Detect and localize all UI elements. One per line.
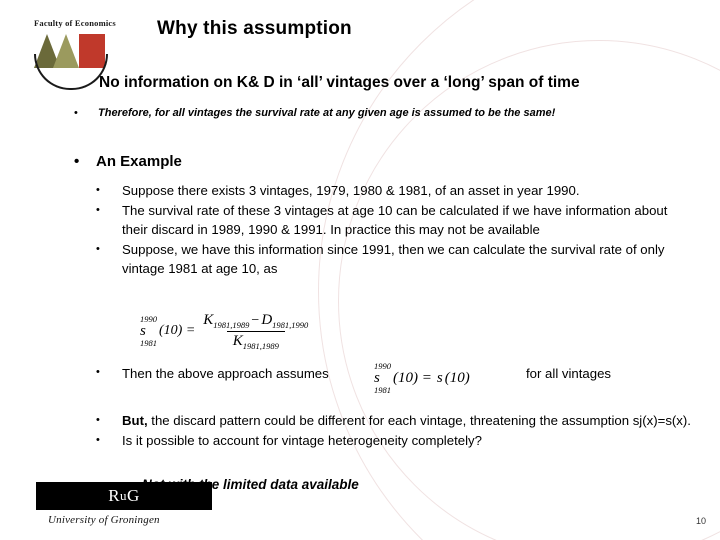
formula-denominator: K1981,1989 <box>226 330 285 351</box>
logo-arc-icon <box>34 54 108 90</box>
formula2-s2-symbol: s <box>436 369 443 386</box>
note-line: • Therefore, for all vintages the surviv… <box>74 107 694 119</box>
bullet-list-secondary: • But, the discard pattern could be diff… <box>96 411 696 451</box>
rug-logo-subtitle: University of Groningen <box>48 514 160 526</box>
formula-denominator-k-sub: 1981,1989 <box>242 340 279 351</box>
assumption-pretext: Then the above approach assumes <box>122 366 329 381</box>
formula-s-argument: (10) = <box>159 323 196 339</box>
list-item-bullet: • <box>96 204 100 216</box>
list-item-text: Is it possible to account for vintage he… <box>122 433 482 448</box>
formula2-s1-scripts: 1990 s 1981 <box>374 362 391 394</box>
list-item: • The survival rate of these 3 vintages … <box>96 201 696 239</box>
rug-logo: RuG <box>36 482 212 510</box>
page-number: 10 <box>695 516 706 526</box>
list-item: • Suppose there exists 3 vintages, 1979,… <box>96 181 696 200</box>
list-item-bullet: • <box>96 434 100 446</box>
list-item-text: Suppose there exists 3 vintages, 1979, 1… <box>122 183 580 198</box>
slide-subtitle: No information on K& D in ‘all’ vintages… <box>99 74 580 91</box>
formula-s-symbol: s <box>140 322 146 339</box>
rug-logo-u: u <box>120 488 128 503</box>
page-title: Why this assumption <box>157 18 352 39</box>
formula-fraction: K1981,1989− D1981,1990 K1981,1989 <box>197 312 314 351</box>
list-item-bullet: • <box>96 184 100 196</box>
example-heading-text: An Example <box>96 153 182 170</box>
faculty-label: Faculty of Economics <box>34 18 116 28</box>
list-item: • Suppose, we have this information sinc… <box>96 240 696 278</box>
formula2-s2-argument: (10) <box>444 369 470 386</box>
formula-denominator-k: K <box>232 332 243 349</box>
rug-logo-g: G <box>127 486 140 505</box>
formula-survival-rate: 1990 s 1981 (10) = K1981,1989− D1981,1990… <box>140 312 316 351</box>
list-item: • But, the discard pattern could be diff… <box>96 411 696 430</box>
note-bullet: • <box>74 107 78 119</box>
formula-minus: − <box>251 313 260 328</box>
formula-s-scripts: 1990 s 1981 <box>140 315 157 347</box>
list-item-bullet: • <box>96 243 100 255</box>
example-bullet: • <box>74 153 80 170</box>
formula2-s1-symbol: s <box>374 369 380 386</box>
list-item-text: Suppose, we have this information since … <box>122 242 665 276</box>
formula2-s1-subscript: 1981 <box>374 384 391 395</box>
list-item-bold: But, <box>122 413 148 428</box>
formula-numerator-k-sub: 1981,1989 <box>213 319 250 330</box>
list-item: • Is it possible to account for vintage … <box>96 431 696 450</box>
list-item-bullet: • <box>96 414 100 426</box>
assumption-posttext: for all vintages <box>526 366 612 381</box>
formula2-s1-argument: (10) = <box>393 369 432 386</box>
assumption-bullet: • <box>96 366 100 378</box>
rug-logo-subtitle-university: University <box>48 514 96 526</box>
formula-assumption: 1990 s 1981 (10) = s (10) <box>374 362 470 394</box>
formula-numerator: K1981,1989− D1981,1990 <box>197 312 314 331</box>
formula-numerator-d-sub: 1981,1990 <box>272 319 309 330</box>
note-text: Therefore, for all vintages the survival… <box>98 107 556 119</box>
list-item-text: the discard pattern could be different f… <box>147 413 691 428</box>
list-item-text: The survival rate of these 3 vintages at… <box>122 203 668 237</box>
rug-logo-r: R <box>108 486 121 505</box>
example-heading: • An Example <box>74 153 182 170</box>
formula-s-subscript: 1981 <box>140 337 157 348</box>
formula-numerator-d: D <box>261 312 273 328</box>
rug-logo-subtitle-rest: of Groningen <box>95 514 160 526</box>
slide: Faculty of Economics Why this assumption… <box>0 0 720 540</box>
formula-numerator-k: K <box>203 312 214 328</box>
bullet-list-primary: • Suppose there exists 3 vintages, 1979,… <box>96 181 696 279</box>
faculty-logo: Faculty of Economics <box>34 18 138 90</box>
